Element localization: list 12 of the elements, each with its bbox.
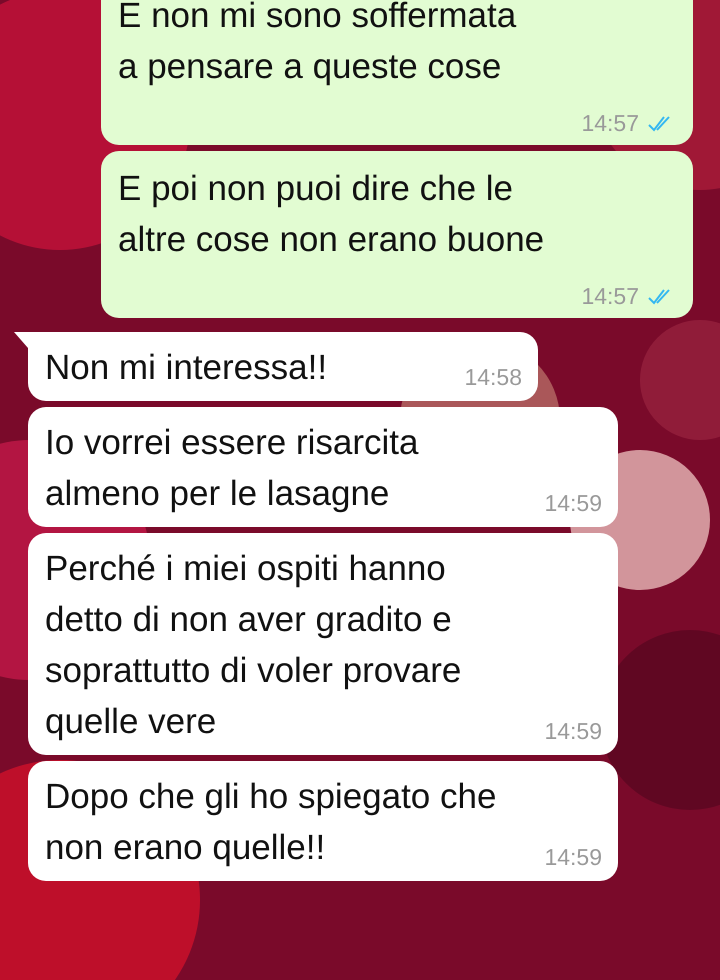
- message-text: Dopo che gli ho spiegato che non erano quelle!!: [45, 776, 496, 869]
- message-time: 14:57: [581, 110, 639, 137]
- message-text: E poi non puoi dire che le altre cose non erano buone: [118, 168, 546, 261]
- message-text: Perché i miei ospiti hanno detto di non aver gradito e soprattutto di voler provare quelle vere: [45, 548, 462, 743]
- message-time: 14:57: [581, 283, 639, 310]
- message-text: E non mi sono soffermata a pensare a queste cose: [118, 0, 518, 88]
- message-time: 14:59: [544, 718, 602, 745]
- message-time: 14:58: [464, 364, 522, 391]
- message-time: 14:59: [544, 844, 602, 871]
- message-text: Non mi interessa!!: [45, 347, 328, 389]
- message-time: 14:59: [544, 490, 602, 517]
- message-text: Io vorrei essere risarcita almeno per le lasagne: [45, 422, 418, 515]
